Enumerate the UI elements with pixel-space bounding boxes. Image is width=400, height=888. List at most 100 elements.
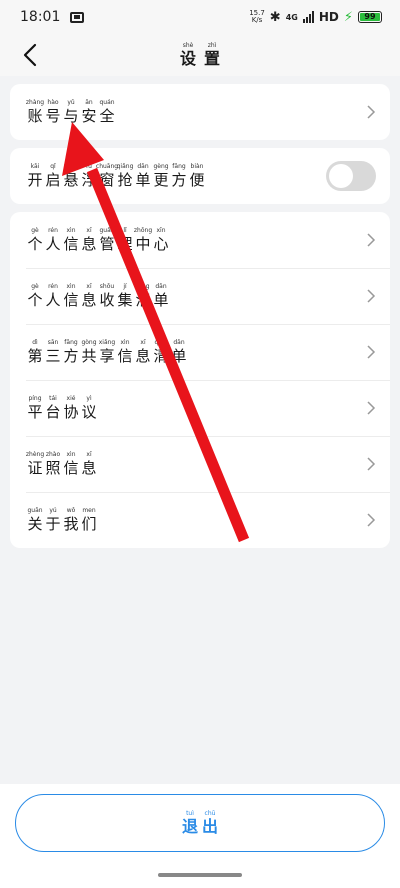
char-with-pinyin: qiǎng 抢 bbox=[116, 163, 134, 189]
char-with-pinyin: gè 个 bbox=[26, 227, 44, 253]
notification-icon bbox=[70, 11, 85, 23]
hanzi: 息 bbox=[135, 347, 151, 365]
char-with-pinyin: dān 单 bbox=[170, 339, 188, 365]
menu-label: dì 第 sān 三 fāng 方 gòng 共 xiǎng 享 xìn 信 xī 息 qīng 清 dān 单 bbox=[26, 339, 366, 365]
floating-window-toggle[interactable] bbox=[326, 161, 376, 191]
info-card: gè 个 rén 人 xìn 信 xī 息 guǎn 管 lǐ 理 zhōng 中 xīn 心 gè 个 rén 人… bbox=[10, 212, 390, 548]
hanzi: 个 bbox=[27, 291, 43, 309]
platform-agreement-item[interactable]: píng 平 tái 台 xié 协 yì 议 bbox=[10, 380, 390, 436]
hanzi: 安 bbox=[81, 107, 97, 125]
pinyin: yì bbox=[86, 395, 92, 402]
pinyin: quán bbox=[99, 99, 115, 106]
char-with-pinyin: qǐ 启 bbox=[44, 163, 62, 189]
pinyin: jí bbox=[123, 283, 127, 290]
pinyin: zhèng bbox=[25, 451, 45, 458]
char-with-pinyin: fāng 方 bbox=[170, 163, 188, 189]
char-with-pinyin: qīng 清 bbox=[134, 283, 152, 309]
char-with-pinyin: lǐ 理 bbox=[116, 227, 134, 253]
char-with-pinyin: guǎn 管 bbox=[98, 227, 116, 253]
hanzi: 们 bbox=[81, 515, 97, 533]
net-speed: 15.7 K/s bbox=[249, 10, 265, 24]
pinyin: xī bbox=[86, 283, 92, 290]
personal-info-collection-item[interactable]: gè 个 rén 人 xìn 信 xī 息 shōu 收 jí 集 qīng 清 dān 单 bbox=[10, 268, 390, 324]
char-with-pinyin: tái 台 bbox=[44, 395, 62, 421]
pinyin: zhàng bbox=[25, 99, 45, 106]
char-with-pinyin: xìn 信 bbox=[62, 227, 80, 253]
floating-window-label: kāi 开 qǐ 启 xuán 悬 fú 浮 chuāng 窗 qiǎng 抢 dān 单 gèng 更 fān… bbox=[26, 163, 326, 189]
char-with-pinyin: rén 人 bbox=[44, 283, 62, 309]
pinyin: xuán bbox=[63, 163, 79, 170]
status-time: 18:01 bbox=[20, 9, 61, 25]
hanzi: 悬 bbox=[63, 171, 79, 189]
char-with-pinyin: fāng 方 bbox=[62, 339, 80, 365]
chevron-right-icon bbox=[367, 513, 376, 527]
hanzi: 便 bbox=[189, 171, 205, 189]
net-speed-unit: K/s bbox=[251, 16, 263, 24]
pinyin: xī bbox=[86, 227, 92, 234]
hanzi: 心 bbox=[153, 235, 169, 253]
pinyin: chuāng bbox=[95, 163, 119, 170]
home-indicator[interactable] bbox=[158, 873, 242, 877]
hanzi: 清 bbox=[135, 291, 151, 309]
license-info-item[interactable]: zhèng 证 zhào 照 xìn 信 xī 息 bbox=[10, 436, 390, 492]
char-with-pinyin: gòng 共 bbox=[80, 339, 98, 365]
pinyin: píng bbox=[28, 395, 42, 402]
char-with-pinyin: gèng 更 bbox=[152, 163, 170, 189]
hanzi: 证 bbox=[27, 459, 43, 477]
pinyin: gè bbox=[31, 227, 39, 234]
account-security-label: zhàng 账 hào 号 yǔ 与 ān 安 quán 全 bbox=[26, 99, 366, 125]
bluetooth-icon: ✱ bbox=[269, 9, 281, 25]
char-with-pinyin: xìn 信 bbox=[62, 451, 80, 477]
pinyin: zhōng bbox=[133, 227, 153, 234]
menu-label: zhèng 证 zhào 照 xìn 信 xī 息 bbox=[26, 451, 366, 477]
char-with-pinyin: tuì 退 bbox=[181, 810, 199, 836]
chevron-right-icon bbox=[367, 289, 376, 303]
chevron-right-icon bbox=[367, 401, 376, 415]
personal-info-center-item[interactable]: gè 个 rén 人 xìn 信 xī 息 guǎn 管 lǐ 理 zhōng 中 xīn 心 bbox=[10, 212, 390, 268]
hanzi: 启 bbox=[45, 171, 61, 189]
hanzi: 理 bbox=[117, 235, 133, 253]
chevron-right-icon bbox=[367, 345, 376, 359]
char-with-pinyin: chū 出 bbox=[201, 810, 219, 836]
pinyin: ān bbox=[85, 99, 93, 106]
hanzi: 人 bbox=[45, 235, 61, 253]
pinyin: xìn bbox=[66, 451, 76, 458]
chevron-right-icon bbox=[367, 457, 376, 471]
char-with-pinyin: xī 息 bbox=[80, 283, 98, 309]
pinyin: dān bbox=[155, 283, 167, 290]
pinyin: xié bbox=[66, 395, 76, 402]
char-with-pinyin: ān 安 bbox=[80, 99, 98, 125]
pinyin: qiǎng bbox=[116, 163, 134, 170]
pinyin: gèng bbox=[153, 163, 169, 170]
pinyin: kāi bbox=[30, 163, 40, 170]
char-with-pinyin: xī 息 bbox=[80, 227, 98, 253]
logout-button[interactable]: tuì 退 chū 出 bbox=[15, 794, 385, 852]
hanzi: 享 bbox=[99, 347, 115, 365]
third-party-sharing-item[interactable]: dì 第 sān 三 fāng 方 gòng 共 xiǎng 享 xìn 信 xī 息 qīng 清 dān 单 bbox=[10, 324, 390, 380]
char-with-pinyin: píng 平 bbox=[26, 395, 44, 421]
pinyin: qīng bbox=[154, 339, 168, 346]
char-with-pinyin: dān 单 bbox=[152, 283, 170, 309]
pinyin: guān bbox=[27, 507, 43, 514]
char-with-pinyin: jí 集 bbox=[116, 283, 134, 309]
hanzi: 退 bbox=[181, 817, 198, 836]
back-arrow-icon[interactable] bbox=[16, 40, 46, 70]
battery-level: 99 bbox=[360, 13, 380, 21]
pinyin: xìn bbox=[120, 339, 130, 346]
account-security-item[interactable]: zhàng 账 hào 号 yǔ 与 ān 安 quán 全 bbox=[10, 84, 390, 140]
status-left: 18:01 bbox=[20, 9, 85, 25]
char-with-pinyin: xī 息 bbox=[134, 339, 152, 365]
hanzi: 收 bbox=[99, 291, 115, 309]
pinyin: xī bbox=[140, 339, 146, 346]
pinyin: rén bbox=[48, 227, 58, 234]
pinyin: biàn bbox=[190, 163, 204, 170]
char-with-pinyin: hào 号 bbox=[44, 99, 62, 125]
about-us-item[interactable]: guān 关 yú 于 wǒ 我 men 们 bbox=[10, 492, 390, 548]
menu-label: guān 关 yú 于 wǒ 我 men 们 bbox=[26, 507, 366, 533]
hanzi: 账 bbox=[27, 107, 43, 125]
hanzi: 息 bbox=[81, 291, 97, 309]
hanzi: 平 bbox=[27, 403, 43, 421]
pinyin: dì bbox=[32, 339, 38, 346]
hanzi: 置 bbox=[203, 49, 220, 68]
status-right: 15.7 K/s ✱ 4G HD ⚡ 99 bbox=[249, 10, 382, 25]
